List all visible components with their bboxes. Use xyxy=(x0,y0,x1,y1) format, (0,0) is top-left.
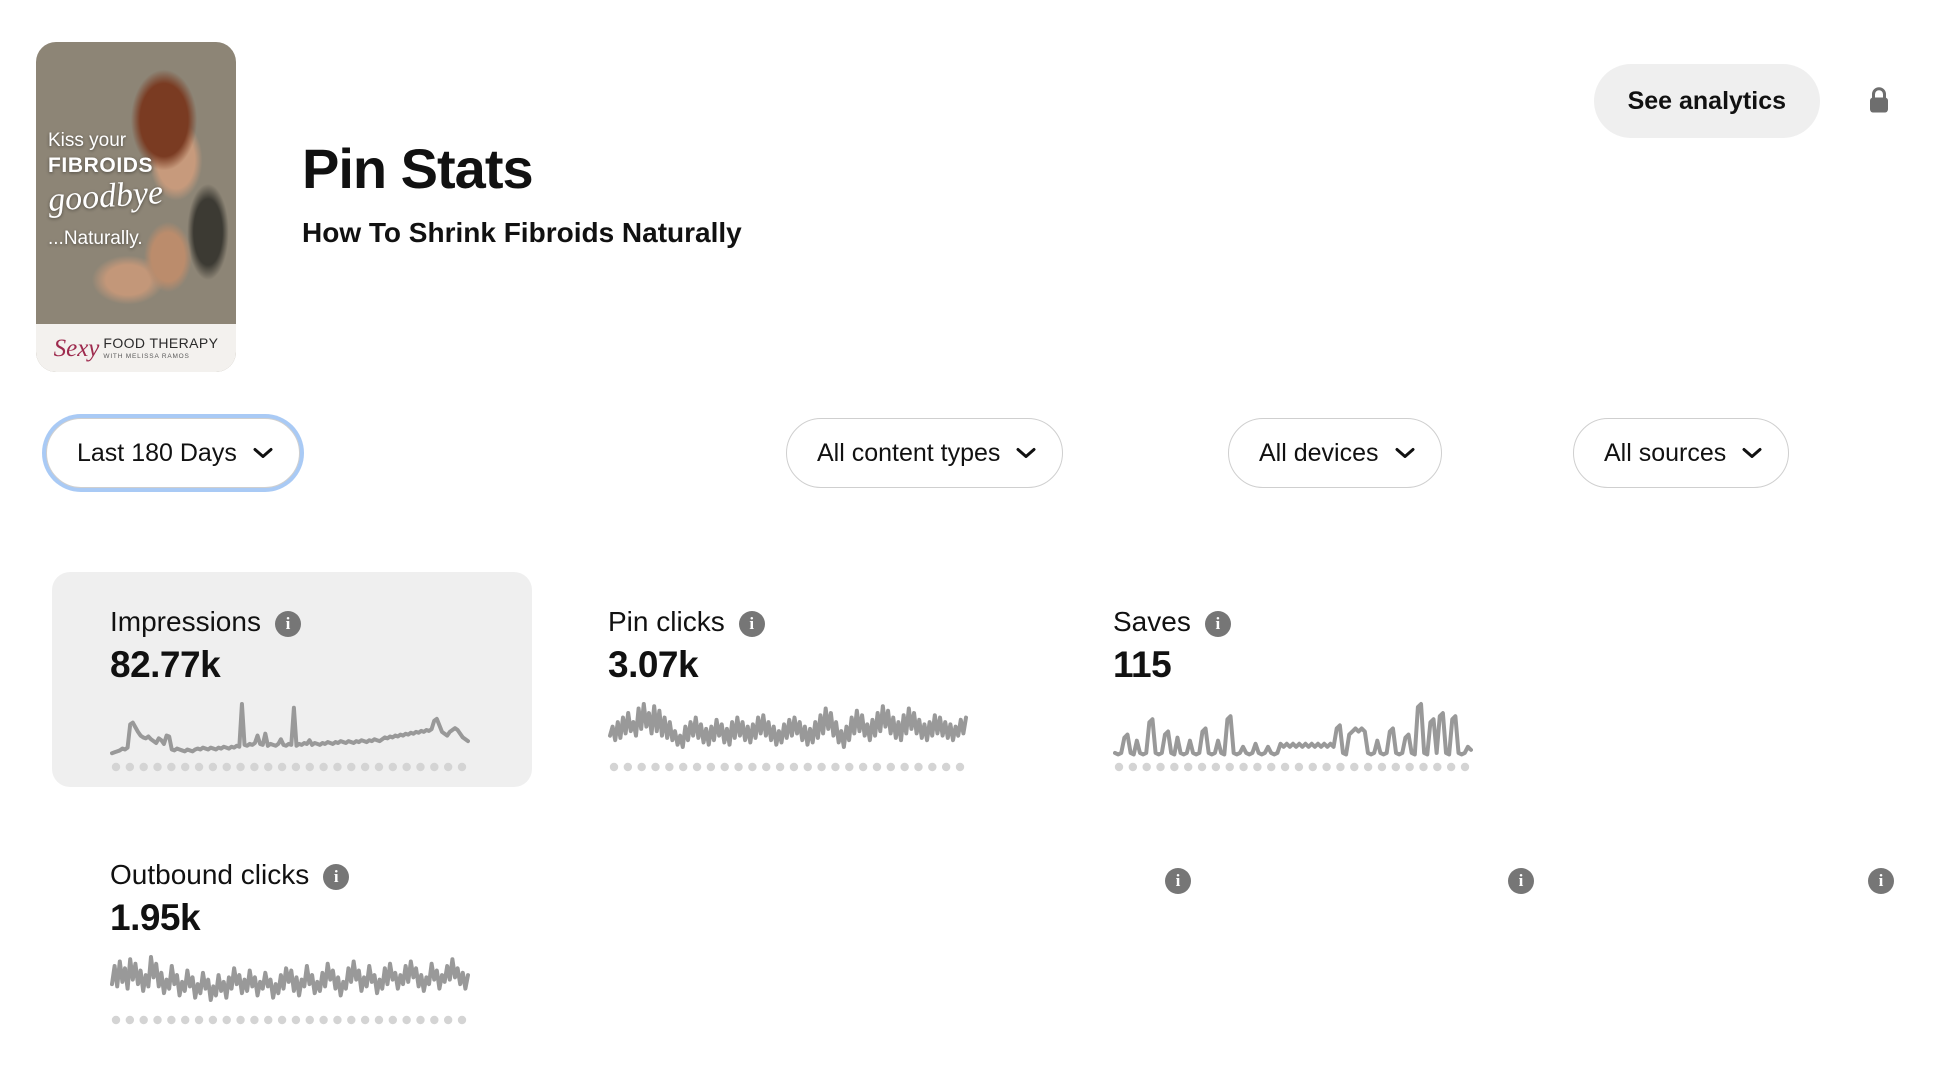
pin-title: How To Shrink Fibroids Naturally xyxy=(302,217,742,249)
sparkline-outbound-clicks xyxy=(110,953,470,1025)
filter-devices[interactable]: All devices xyxy=(1228,418,1442,488)
metric-card-outbound-clicks[interactable]: Outbound clicks i 1.95k xyxy=(52,825,532,1040)
info-icon-outbound-clicks[interactable]: i xyxy=(323,864,349,890)
page-title: Pin Stats xyxy=(302,140,742,199)
logo-main-text: FOOD THERAPY xyxy=(103,336,218,351)
info-icon-content-type[interactable]: i xyxy=(1165,868,1191,894)
filter-date-range-label: Last 180 Days xyxy=(77,439,237,468)
metric-card-pin-clicks[interactable]: Pin clicks i 3.07k xyxy=(550,572,1030,787)
pin-overlay-line4: ...Naturally. xyxy=(48,228,143,250)
sparkline-saves xyxy=(1113,700,1473,772)
see-analytics-button[interactable]: See analytics xyxy=(1594,64,1820,138)
filter-sources-label: All sources xyxy=(1604,439,1726,468)
metric-card-saves[interactable]: Saves i 115 xyxy=(1055,572,1535,787)
pin-stats-page: Kiss your FIBROIDS goodbye ...Naturally.… xyxy=(0,0,1944,1070)
title-block: Pin Stats How To Shrink Fibroids Natural… xyxy=(302,140,742,249)
info-icon-sources[interactable]: i xyxy=(1868,868,1894,894)
logo-script-text: Sexy xyxy=(54,336,100,361)
filter-bar: Last 180 Days All content types i All de… xyxy=(0,418,1944,514)
pin-overlay-line1: Kiss your xyxy=(48,130,126,152)
chevron-down-icon xyxy=(1395,447,1415,459)
metric-label: Saves xyxy=(1113,606,1191,638)
sparkline-impressions xyxy=(110,700,470,772)
info-icon-saves[interactable]: i xyxy=(1205,611,1231,637)
metric-value: 1.95k xyxy=(110,897,532,939)
metric-card-impressions[interactable]: Impressions i 82.77k xyxy=(52,572,532,787)
info-icon-pin-clicks[interactable]: i xyxy=(739,611,765,637)
filter-sources[interactable]: All sources xyxy=(1573,418,1789,488)
sparkline-pin-clicks xyxy=(608,700,968,772)
metric-value: 3.07k xyxy=(608,644,1030,686)
pin-overlay-line3: goodbye xyxy=(47,174,165,220)
page-header: Kiss your FIBROIDS goodbye ...Naturally.… xyxy=(0,0,1944,400)
pin-brand-logo: Sexy FOOD THERAPY WITH MELISSA RAMOS xyxy=(36,324,236,372)
chevron-down-icon xyxy=(1016,447,1036,459)
pin-thumbnail[interactable]: Kiss your FIBROIDS goodbye ...Naturally.… xyxy=(36,42,236,372)
metric-label: Impressions xyxy=(110,606,261,638)
info-icon-impressions[interactable]: i xyxy=(275,611,301,637)
filter-content-type-label: All content types xyxy=(817,439,1000,468)
logo-sub-text: WITH MELISSA RAMOS xyxy=(103,353,218,360)
metric-value: 82.77k xyxy=(110,644,532,686)
chevron-down-icon xyxy=(1742,447,1762,459)
chevron-down-icon xyxy=(253,447,273,459)
lock-icon xyxy=(1866,85,1892,115)
metric-label: Pin clicks xyxy=(608,606,725,638)
filter-content-type[interactable]: All content types xyxy=(786,418,1063,488)
info-icon-devices[interactable]: i xyxy=(1508,868,1534,894)
pin-overlay-line2: FIBROIDS xyxy=(48,154,153,178)
filter-date-range[interactable]: Last 180 Days xyxy=(46,418,300,488)
metric-label: Outbound clicks xyxy=(110,859,309,891)
filter-devices-label: All devices xyxy=(1259,439,1379,468)
metric-value: 115 xyxy=(1113,644,1535,686)
